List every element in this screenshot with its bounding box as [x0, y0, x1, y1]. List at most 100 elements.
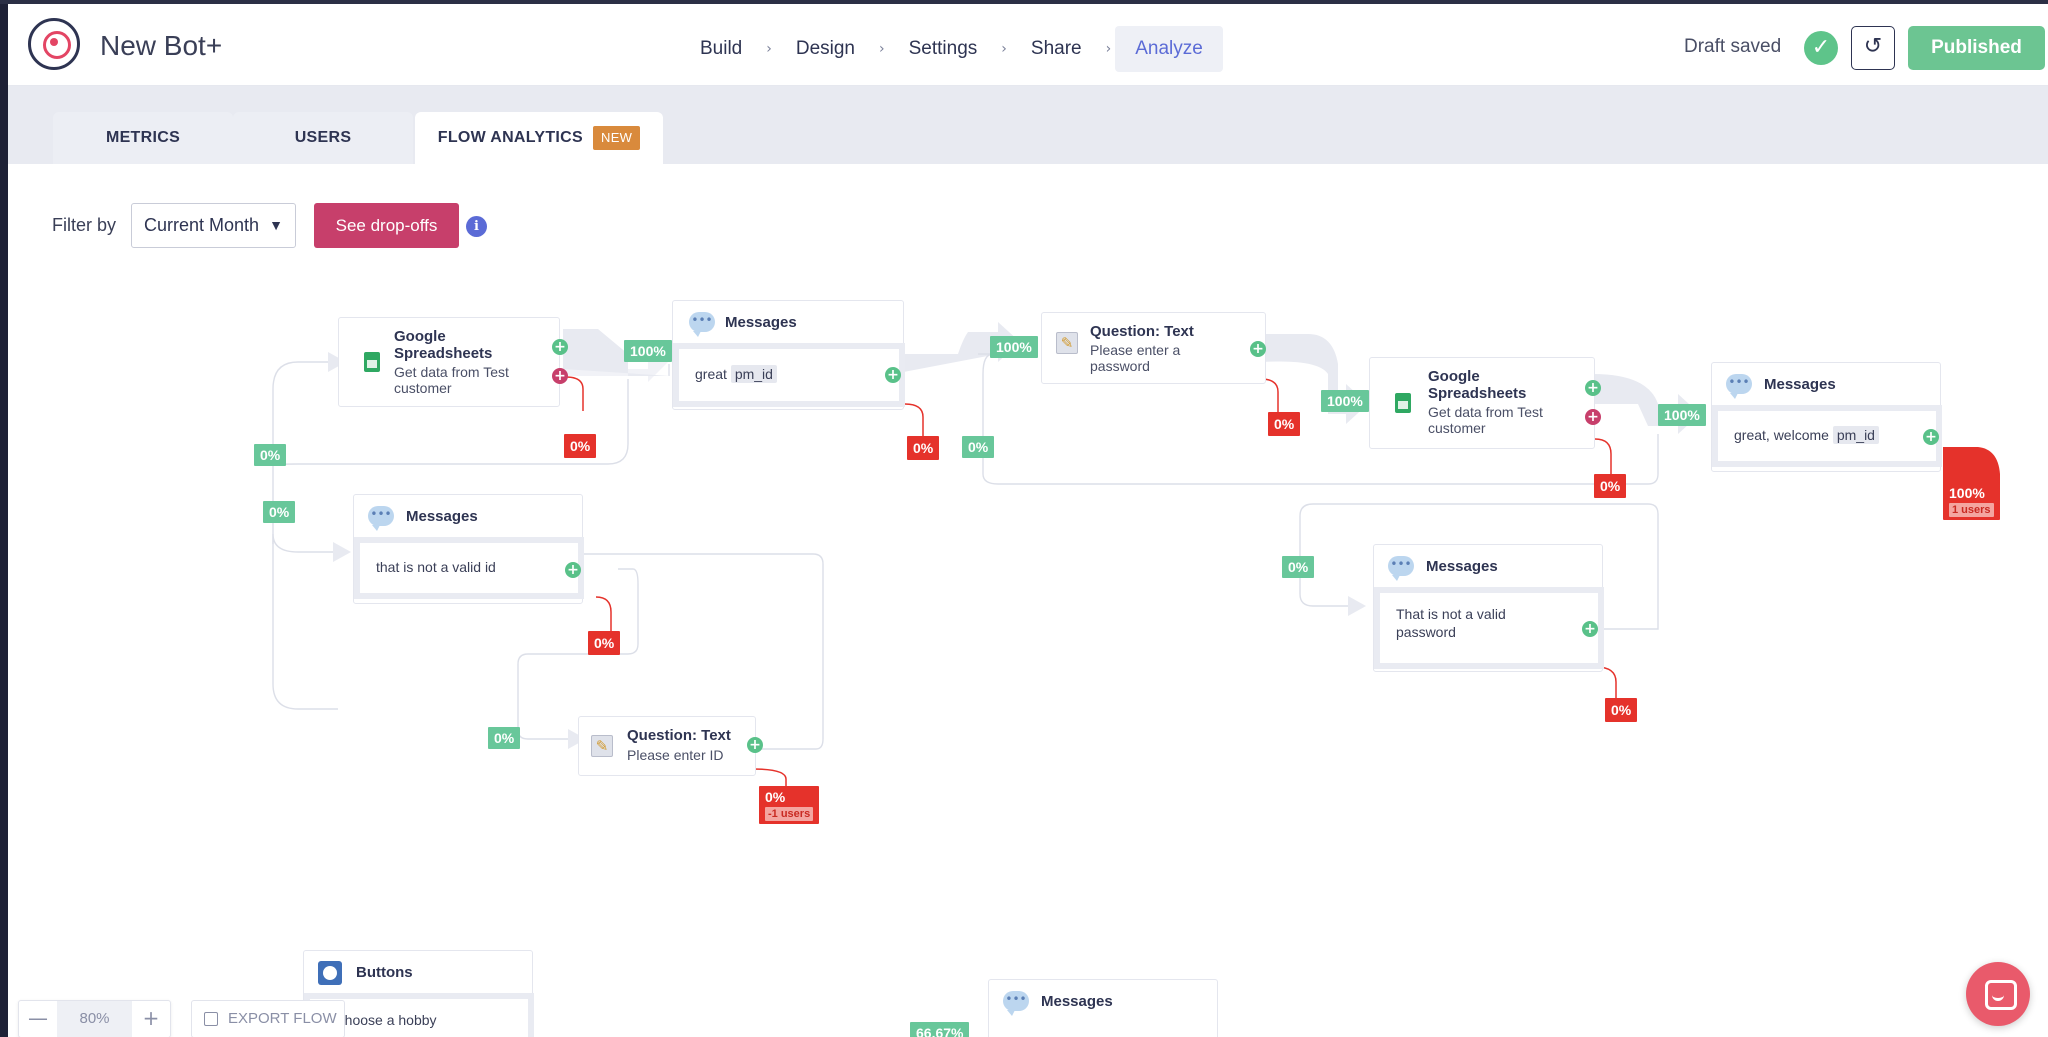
node-title: Messages — [1764, 376, 1836, 393]
node-question-text-1[interactable]: ✎ Question: Text Please enter a password — [1041, 312, 1266, 384]
nav-separator: › — [879, 41, 885, 57]
flow-percent-badge: 0% — [263, 501, 296, 523]
chat-launcher-icon[interactable] — [1966, 962, 2030, 1026]
nav-design[interactable]: Design — [776, 26, 875, 72]
add-connection-plus-icon[interactable]: + — [1582, 621, 1598, 637]
node-title: Buttons — [356, 964, 413, 981]
nav-separator: › — [1001, 41, 1007, 57]
message-text: great, welcome — [1734, 427, 1829, 443]
flow-percent-badge: 66.67% — [910, 1022, 970, 1037]
pencil-icon: ✎ — [1056, 332, 1078, 354]
node-subtitle: Please enter ID — [627, 747, 724, 763]
bot-title[interactable]: New Bot+ — [100, 30, 222, 62]
app-root: New Bot+ Build › Design › Settings › Sha… — [0, 0, 2048, 1037]
flow-percent-badge: 0% — [254, 444, 287, 466]
chat-bubble-icon: ••• — [689, 312, 715, 337]
buttons-icon — [318, 961, 342, 985]
node-subtitle: Please enter a password — [1090, 342, 1181, 374]
dropoff-badge: 0% — [564, 434, 597, 458]
node-messages-4[interactable]: ••• Messages That is not a valid passwor… — [1373, 544, 1604, 672]
add-connection-plus-icon[interactable]: + — [565, 562, 581, 578]
tab-strip: METRICS USERS FLOW ANALYTICS NEW — [8, 86, 2048, 164]
add-failure-plus-icon[interactable]: + — [1585, 409, 1601, 425]
flow-percent-badge: 0% — [1282, 556, 1315, 578]
logo-icon[interactable] — [28, 18, 80, 70]
dropoff-badge: 0% — [1605, 698, 1638, 722]
tab-flow-analytics-label: FLOW ANALYTICS — [437, 129, 583, 146]
flow-connections — [272, 322, 2000, 789]
node-question-text-2[interactable]: ✎ Question: Text Please enter ID — [578, 716, 756, 776]
dropoff-users: 1 users — [1949, 503, 1994, 517]
export-icon — [204, 1012, 218, 1026]
dropoff-badge: 0% — [1268, 412, 1301, 436]
node-title: Question: Text — [1090, 323, 1194, 340]
nav-share[interactable]: Share — [1011, 26, 1102, 72]
dropoff-badge: 0% — [907, 436, 940, 460]
zoom-out-button[interactable]: — — [19, 1001, 57, 1037]
add-connection-plus-icon[interactable]: + — [552, 339, 568, 355]
pencil-icon: ✎ — [591, 735, 613, 757]
chat-bubble-icon: ••• — [1726, 374, 1752, 399]
node-title: Messages — [1041, 993, 1113, 1010]
zoom-level: 80% — [57, 1001, 132, 1037]
flow-percent-badge: 0% — [488, 727, 521, 749]
message-text: that is not a valid id — [376, 559, 496, 575]
tab-users[interactable]: USERS — [233, 112, 413, 164]
nav-separator: › — [766, 41, 772, 57]
node-google-sheets-1[interactable]: Google Spreadsheets Get data from Test c… — [338, 317, 560, 407]
node-title: Messages — [1426, 558, 1498, 575]
node-title: Messages — [725, 314, 797, 331]
draft-status: Draft saved — [1684, 36, 1782, 57]
history-icon: ↺ — [1863, 34, 1883, 59]
dropoff-badge: 0% — [1594, 474, 1627, 498]
chat-bubble-icon: ••• — [368, 506, 394, 531]
message-bubble: great, welcome pm_id — [1712, 405, 1942, 467]
nav-settings[interactable]: Settings — [889, 26, 998, 72]
node-subtitle: Get data from Test customer — [394, 364, 509, 396]
add-connection-plus-icon[interactable]: + — [747, 737, 763, 753]
nav-separator: › — [1105, 41, 1112, 57]
history-button[interactable]: ↺ — [1851, 26, 1895, 70]
node-title: Question: Text — [627, 727, 731, 744]
node-messages-2[interactable]: ••• Messages great, welcome pm_id — [1711, 362, 1942, 472]
export-flow-button[interactable]: EXPORT FLOW — [191, 1000, 345, 1037]
dropoff-percent: 0% — [765, 789, 786, 805]
variable-chip: pm_id — [730, 365, 777, 383]
tab-flow-analytics[interactable]: FLOW ANALYTICS NEW — [415, 112, 663, 164]
node-subtitle: Get data from Test customer — [1428, 404, 1543, 436]
node-messages-1[interactable]: ••• Messages great pm_id — [672, 300, 905, 410]
publish-button[interactable]: Published — [1908, 26, 2045, 70]
variable-chip: pm_id — [1832, 426, 1879, 444]
add-connection-plus-icon[interactable]: + — [885, 367, 901, 383]
dropoff-badge: 0% — [588, 631, 621, 655]
zoom-in-button[interactable]: + — [132, 1001, 170, 1037]
node-title: Google Spreadsheets — [1428, 368, 1527, 402]
add-connection-plus-icon[interactable]: + — [1585, 380, 1601, 396]
add-connection-plus-icon[interactable]: + — [1923, 429, 1939, 445]
node-google-sheets-2[interactable]: Google Spreadsheets Get data from Test c… — [1369, 357, 1595, 449]
spreadsheet-icon — [1395, 393, 1411, 413]
message-bubble: great pm_id — [673, 343, 905, 407]
spreadsheet-icon — [364, 352, 380, 372]
flow-canvas[interactable]: Google Spreadsheets Get data from Test c… — [8, 164, 2048, 1037]
left-rail — [0, 4, 8, 1037]
add-connection-plus-icon[interactable]: + — [1250, 341, 1266, 357]
main-nav: Build › Design › Settings › Share › Anal… — [680, 26, 1223, 72]
dropoff-percent: 100% — [1949, 485, 1985, 501]
tab-metrics[interactable]: METRICS — [53, 112, 233, 164]
flow-percent-badge: 0% — [962, 436, 995, 458]
nav-build[interactable]: Build — [680, 26, 762, 72]
flow-percent-badge: 100% — [990, 336, 1038, 358]
message-bubble: That is not a valid password — [1374, 587, 1604, 669]
flow-percent-badge: 100% — [1321, 390, 1369, 412]
add-failure-plus-icon[interactable]: + — [552, 368, 568, 384]
node-messages-5[interactable]: ••• Messages — [988, 979, 1218, 1037]
flow-percent-badge: 100% — [1658, 404, 1706, 426]
chat-bubble-icon: ••• — [1003, 991, 1029, 1016]
new-badge: NEW — [593, 125, 641, 150]
chat-bubble-icon: ••• — [1388, 556, 1414, 581]
nav-analyze[interactable]: Analyze — [1115, 26, 1223, 72]
dropoff-users: -1 users — [765, 807, 814, 821]
node-messages-3[interactable]: ••• Messages that is not a valid id — [353, 494, 584, 604]
flow-percent-badge: 100% — [624, 340, 672, 362]
